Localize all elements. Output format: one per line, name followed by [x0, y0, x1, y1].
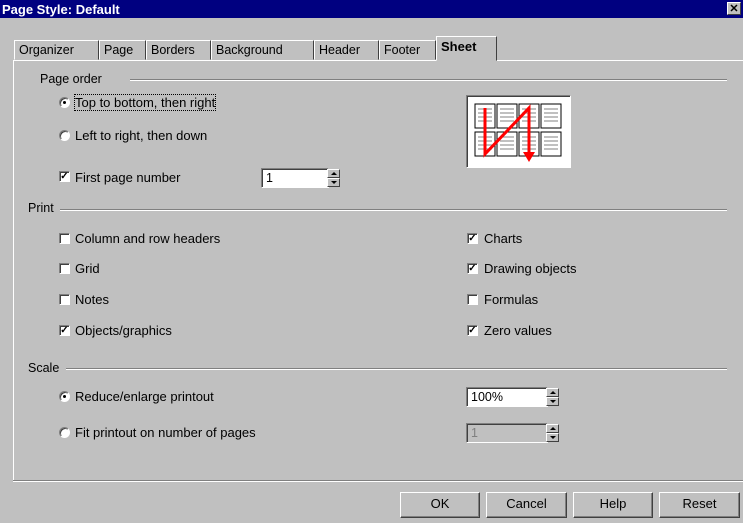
grid-checkbox[interactable] — [59, 263, 70, 274]
first-page-number-input[interactable]: 1 — [261, 168, 329, 188]
page-order-group-label: Page order — [40, 72, 102, 86]
notes-checkbox[interactable] — [59, 294, 70, 305]
zero-values-label[interactable]: Zero values — [484, 323, 552, 338]
tab-sheet[interactable]: Sheet — [436, 36, 497, 61]
top-to-bottom-label[interactable]: Top to bottom, then right — [73, 94, 217, 111]
top-to-bottom-radio[interactable] — [59, 97, 70, 108]
reduce-enlarge-spinner[interactable] — [546, 388, 559, 406]
scale-group-label: Scale — [28, 361, 60, 375]
first-page-number-checkbox[interactable]: ✓ — [59, 171, 70, 182]
reduce-enlarge-input[interactable]: 100% — [466, 387, 548, 407]
spin-down-icon[interactable] — [327, 178, 340, 187]
column-row-headers-label[interactable]: Column and row headers — [75, 231, 220, 246]
charts-checkbox[interactable]: ✓ — [467, 233, 478, 244]
page-order-divider — [130, 79, 727, 81]
spin-up-icon[interactable] — [546, 424, 559, 433]
reduce-enlarge-label[interactable]: Reduce/enlarge printout — [75, 389, 214, 404]
formulas-checkbox[interactable] — [467, 294, 478, 305]
fit-pages-radio[interactable] — [59, 427, 70, 438]
scale-divider — [66, 368, 727, 370]
tab-background[interactable]: Background — [211, 40, 314, 60]
fit-pages-input[interactable]: 1 — [466, 423, 548, 443]
objects-graphics-label[interactable]: Objects/graphics — [75, 323, 172, 338]
panel-bottom-divider — [13, 480, 743, 482]
zero-values-checkbox[interactable]: ✓ — [467, 325, 478, 336]
left-to-right-radio[interactable] — [59, 130, 70, 141]
left-to-right-label[interactable]: Left to right, then down — [75, 128, 207, 143]
tab-header[interactable]: Header — [314, 40, 379, 60]
page-order-preview-icon — [474, 103, 562, 162]
tab-page[interactable]: Page — [99, 40, 146, 60]
column-row-headers-checkbox[interactable] — [59, 233, 70, 244]
ok-button[interactable]: OK — [400, 492, 480, 518]
page-order-preview — [466, 95, 571, 168]
close-icon[interactable]: ✕ — [727, 2, 741, 15]
tab-organizer[interactable]: Organizer — [14, 40, 99, 60]
fit-pages-spinner[interactable] — [546, 424, 559, 442]
tab-footer[interactable]: Footer — [379, 40, 436, 60]
first-page-number-spinner[interactable] — [327, 169, 340, 187]
print-group-label: Print — [28, 201, 54, 215]
first-page-number-label[interactable]: First page number — [75, 170, 181, 185]
window-title: Page Style: Default — [2, 2, 120, 17]
help-button[interactable]: Help — [573, 492, 653, 518]
title-bar: Page Style: Default ✕ — [0, 0, 743, 18]
notes-label[interactable]: Notes — [75, 292, 109, 307]
sheet-panel — [13, 60, 743, 480]
spin-up-icon[interactable] — [327, 169, 340, 178]
spin-down-icon[interactable] — [546, 433, 559, 442]
spin-up-icon[interactable] — [546, 388, 559, 397]
drawing-objects-checkbox[interactable]: ✓ — [467, 263, 478, 274]
drawing-objects-label[interactable]: Drawing objects — [484, 261, 577, 276]
formulas-label[interactable]: Formulas — [484, 292, 538, 307]
reduce-enlarge-radio[interactable] — [59, 391, 70, 402]
grid-label[interactable]: Grid — [75, 261, 100, 276]
tab-borders[interactable]: Borders — [146, 40, 211, 60]
reset-button[interactable]: Reset — [659, 492, 740, 518]
print-divider — [60, 209, 727, 211]
charts-label[interactable]: Charts — [484, 231, 522, 246]
cancel-button[interactable]: Cancel — [486, 492, 567, 518]
fit-pages-label[interactable]: Fit printout on number of pages — [75, 425, 256, 440]
objects-graphics-checkbox[interactable]: ✓ — [59, 325, 70, 336]
spin-down-icon[interactable] — [546, 397, 559, 406]
